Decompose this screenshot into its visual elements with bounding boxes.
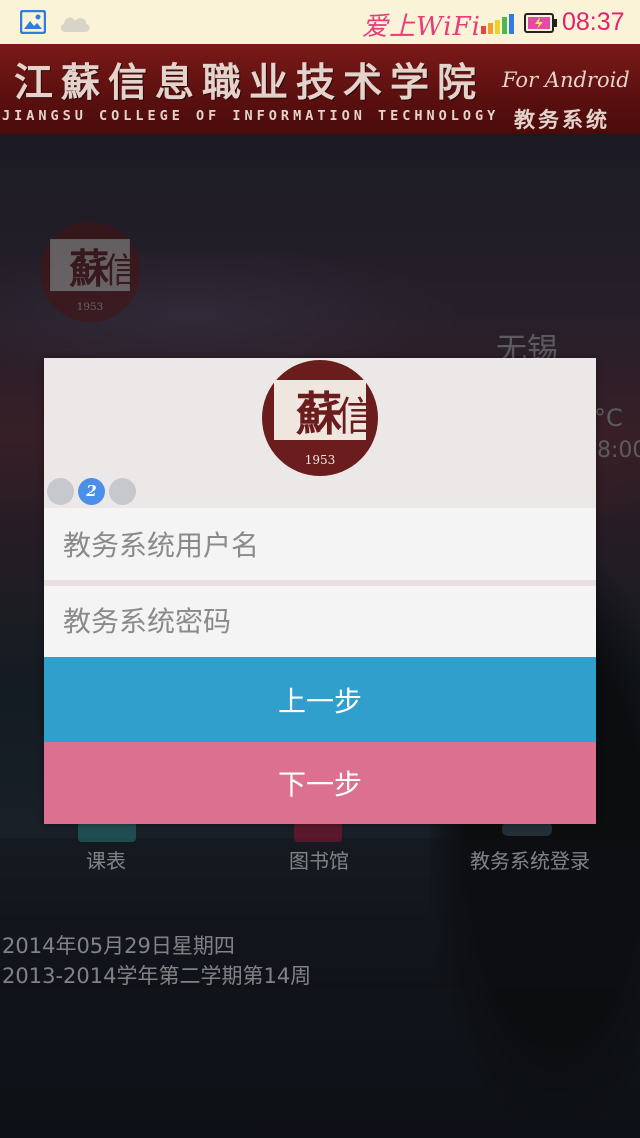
clock-time: 08:37 [562,8,625,36]
platform-label: For Android [502,68,630,92]
status-bar: 爱上WiFi 08:37 [0,0,640,44]
college-title: 江蘇信息職业技术学院 [14,60,485,106]
weather-cloud-icon [60,17,90,32]
signal-strength-icon [481,14,514,34]
dialog-seal-year: 1953 [305,453,336,467]
svg-text:信: 信 [336,394,376,440]
next-step-button[interactable]: 下一步 [44,742,596,824]
step-dot-3 [109,478,136,505]
gallery-notification-icon [20,10,46,34]
step-dot-2-active: 2 [78,478,105,505]
wifi-brand-label: 爱上WiFi [362,12,481,42]
username-input[interactable] [44,510,596,580]
system-name-label: 教务系统 [514,107,610,132]
login-dialog: 蘇 信 1953 2 上一步 下一步 [44,358,596,824]
previous-step-button[interactable]: 上一步 [44,657,596,742]
dialog-seal-logo: 蘇 信 1953 [262,360,378,476]
step-dot-1 [47,478,74,505]
dialog-header: 蘇 信 1953 2 [44,358,596,508]
password-input[interactable] [44,586,596,656]
battery-charging-icon [524,13,557,33]
password-field[interactable] [44,586,596,656]
college-english-name: JIANGSU COLLEGE OF INFORMATION TECHNOLOG… [2,108,500,124]
username-field[interactable] [44,510,596,580]
